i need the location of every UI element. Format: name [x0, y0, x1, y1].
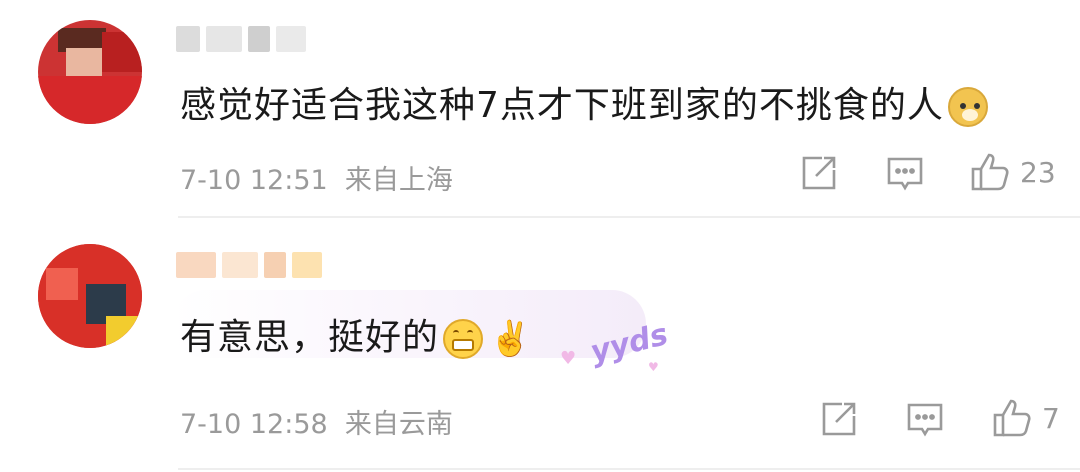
like-button[interactable]: 23	[970, 152, 1056, 192]
comment-item: ♥ ♥ yyds 有意思，挺好的 ✌️ 7-10 12:58 来自云南 7	[0, 220, 1080, 472]
thumbs-up-icon	[992, 398, 1032, 438]
location: 来自上海	[344, 165, 453, 196]
comment-item: 感觉好适合我这种7点才下班到家的不挑食的人 7-10 12:51 来自上海 23	[0, 0, 1080, 218]
timestamp: 7-10 12:51	[180, 165, 328, 196]
location: 来自云南	[344, 409, 453, 440]
grin-emoji	[443, 319, 484, 359]
like-count: 7	[1042, 401, 1060, 435]
heart-decoration: ♥	[560, 348, 577, 369]
share-icon[interactable]	[820, 400, 858, 438]
divider	[178, 216, 1080, 218]
comment-icon[interactable]	[906, 402, 944, 438]
victory-emoji: ✌️	[489, 319, 533, 359]
doge-emoji	[947, 87, 988, 127]
username[interactable]	[176, 22, 306, 56]
divider	[178, 468, 1080, 470]
share-icon[interactable]	[800, 154, 838, 192]
comment-meta: 7-10 12:58 来自云南	[180, 402, 453, 441]
timestamp: 7-10 12:58	[180, 409, 328, 440]
heart-decoration: ♥	[648, 360, 659, 374]
comment-text: 感觉好适合我这种7点才下班到家的不挑食的人	[180, 76, 988, 128]
comment-meta: 7-10 12:51 来自上海	[180, 158, 453, 197]
comment-icon[interactable]	[886, 156, 924, 192]
thumbs-up-icon	[970, 152, 1010, 192]
comment-text: 有意思，挺好的 ✌️	[180, 317, 533, 359]
like-count: 23	[1020, 155, 1056, 189]
username[interactable]	[176, 248, 322, 282]
avatar[interactable]	[38, 244, 142, 348]
like-button[interactable]: 7	[992, 398, 1060, 438]
avatar[interactable]	[38, 20, 142, 124]
